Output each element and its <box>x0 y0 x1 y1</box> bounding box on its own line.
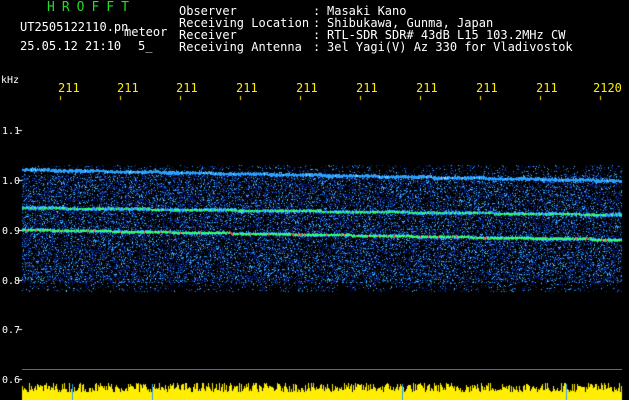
freq-tick: 0.7 <box>2 325 21 336</box>
antenna-label: Receiving Antenna <box>179 40 302 54</box>
spectrogram-waterfall <box>0 0 629 400</box>
frequency-unit-label: kHz <box>1 75 20 86</box>
time-tick: 211 <box>58 81 80 95</box>
time-tick: 2120 <box>593 81 622 95</box>
freq-tick: 0.9 <box>2 226 21 237</box>
datetime: 25.05.12 21:10 <box>20 39 122 53</box>
time-tick: 211 <box>356 81 378 95</box>
time-tick: 211 <box>176 81 198 95</box>
baseline-divider <box>22 369 622 370</box>
freq-tick: 0.6 <box>2 375 21 386</box>
time-tick: 211 <box>296 81 318 95</box>
time-tick: 211 <box>476 81 498 95</box>
time-tick: 211 <box>416 81 438 95</box>
app-title: HROFFT <box>47 0 136 15</box>
mode-label: meteor <box>124 25 168 39</box>
time-tick: 211 <box>236 81 258 95</box>
freq-tick: 1.0 <box>2 176 21 187</box>
antenna-sep: : <box>313 40 321 54</box>
count: 5_ <box>138 39 153 53</box>
freq-tick: 0.8 <box>2 276 21 287</box>
antenna-value: 3el Yagi(V) Az 330 for Vladivostok <box>327 40 573 54</box>
time-tick: 211 <box>536 81 558 95</box>
filename: UT2505122110.pn <box>20 20 129 34</box>
time-tick: 211 <box>117 81 139 95</box>
freq-tick: 1.1 <box>2 126 21 137</box>
